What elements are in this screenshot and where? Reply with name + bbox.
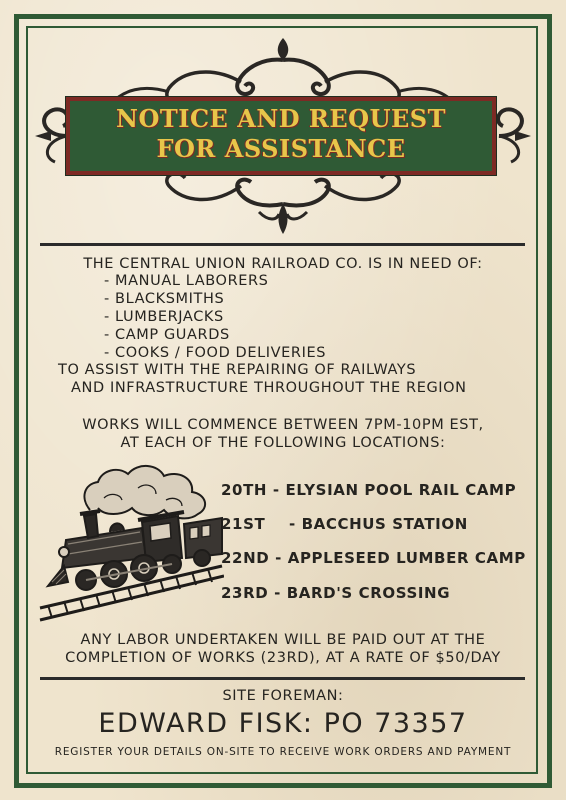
schedule-line-2: AT EACH OF THE FOLLOWING LOCATIONS: [120, 435, 446, 451]
role-item: - COOKS / FOOD DELIVERIES [104, 345, 327, 361]
intro-heading: THE CENTRAL UNION RAILROAD CO. IS IN NEE… [83, 256, 483, 272]
title-line-1: NOTICE AND REQUEST [116, 104, 446, 133]
location-date: 22ND [221, 549, 270, 567]
location-place: - BARD'S CROSSING [274, 584, 451, 602]
role-item: - CAMP GUARDS [104, 327, 230, 343]
divider-bottom [40, 677, 525, 680]
purpose-line-1: TO ASSIST WITH THE REPAIRING OF RAILWAYS [58, 362, 417, 378]
locomotive-icon [39, 465, 224, 622]
foreman-name: EDWARD FISK: PO 73357 [98, 708, 468, 739]
location-row: 20TH - ELYSIAN POOL RAIL CAMP [221, 481, 516, 499]
purpose-line-2: AND INFRASTRUCTURE THROUGHOUT THE REGION [71, 380, 467, 396]
location-row: 21ST - BACCHUS STATION [221, 515, 468, 533]
role-item: - LUMBERJACKS [104, 309, 224, 325]
title-line-2: FOR ASSISTANCE [156, 134, 406, 163]
role-item: - BLACKSMITHS [104, 291, 225, 307]
schedule-line-1: WORKS WILL COMMENCE BETWEEN 7PM-10PM EST… [82, 417, 484, 433]
location-row: 22ND - APPLESEED LUMBER CAMP [221, 549, 526, 567]
location-place: - APPLESEED LUMBER CAMP [275, 549, 526, 567]
payment-line-1: ANY LABOR UNDERTAKEN WILL BE PAID OUT AT… [80, 632, 486, 648]
location-place: - ELYSIAN POOL RAIL CAMP [272, 481, 517, 499]
location-date: 23RD [221, 584, 269, 602]
location-date: 21ST [221, 515, 266, 533]
foreman-label: SITE FOREMAN: [222, 688, 344, 704]
payment-line-2: COMPLETION OF WORKS (23RD), AT A RATE OF… [65, 650, 501, 666]
divider-top [40, 243, 525, 246]
role-item: - MANUAL LABORERS [104, 273, 269, 289]
location-place: - BACCHUS STATION [288, 515, 468, 533]
registration-note: REGISTER YOUR DETAILS ON-SITE TO RECEIVE… [54, 746, 512, 758]
location-date: 20TH [221, 481, 268, 499]
location-row: 23RD - BARD'S CROSSING [221, 584, 450, 602]
page-title: NOTICE AND REQUEST FOR ASSISTANCE [66, 104, 496, 164]
